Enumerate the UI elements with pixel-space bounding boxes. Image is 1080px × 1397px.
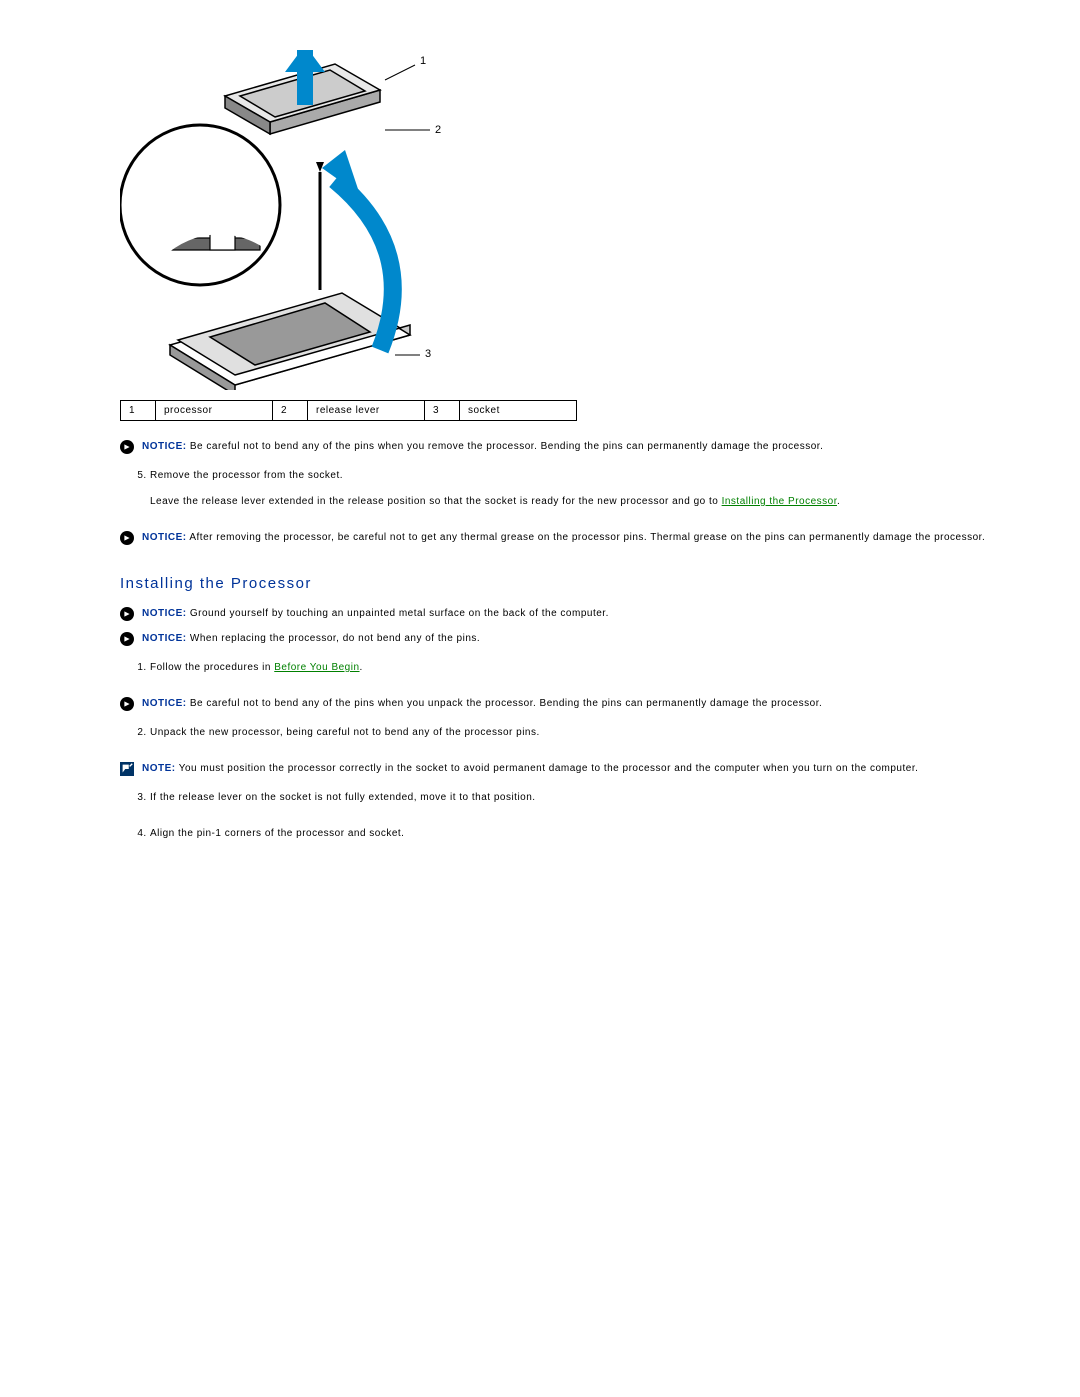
step-text: . — [837, 496, 840, 507]
notice-ground: NOTICE: Ground yourself by touching an u… — [120, 606, 1020, 621]
note-icon — [120, 762, 134, 776]
callout-cell: socket — [460, 401, 577, 421]
notice-label: NOTICE: — [142, 633, 187, 644]
install-step-1: Follow the procedures in Before You Begi… — [150, 660, 1020, 676]
step-text: Align the pin-1 corners of the processor… — [150, 828, 404, 839]
callout-cell: 1 — [121, 401, 156, 421]
step-text: Leave the release lever extended in the … — [150, 496, 722, 507]
install-step-4: Align the pin-1 corners of the processor… — [150, 826, 1020, 842]
notice-body: After removing the processor, be careful… — [187, 532, 986, 543]
link-installing-processor[interactable]: Installing the Processor — [722, 496, 837, 507]
step-text: Remove the processor from the socket. — [150, 470, 343, 481]
callout-1: 1 — [420, 55, 427, 67]
step-text: Follow the procedures in — [150, 662, 274, 673]
notice-label: NOTICE: — [142, 441, 187, 452]
notice-label: NOTICE: — [142, 532, 187, 543]
notice-replace: NOTICE: When replacing the processor, do… — [120, 631, 1020, 646]
step-text: Unpack the new processor, being careful … — [150, 727, 540, 738]
callout-3: 3 — [425, 348, 432, 360]
notice-body: Be careful not to bend any of the pins w… — [187, 698, 823, 709]
notice-body: Ground yourself by touching an unpainted… — [187, 608, 609, 619]
callout-table: 1 processor 2 release lever 3 socket — [120, 400, 577, 421]
notice-icon — [120, 531, 134, 545]
notice-icon — [120, 440, 134, 454]
notice-icon — [120, 697, 134, 711]
install-step-3: If the release lever on the socket is no… — [150, 790, 1020, 806]
notice-bend-remove: NOTICE: Be careful not to bend any of th… — [120, 439, 1020, 454]
notice-bend-unpack: NOTICE: Be careful not to bend any of th… — [120, 696, 1020, 711]
install-step-2: Unpack the new processor, being careful … — [150, 725, 1020, 741]
notice-label: NOTICE: — [142, 608, 187, 619]
callout-cell: release lever — [308, 401, 425, 421]
note-position: NOTE: You must position the processor co… — [120, 761, 1020, 776]
notice-label: NOTICE: — [142, 698, 187, 709]
callout-cell: processor — [156, 401, 273, 421]
note-body: You must position the processor correctl… — [176, 763, 919, 774]
notice-body: When replacing the processor, do not ben… — [187, 633, 481, 644]
processor-diagram: 1 2 3 — [120, 50, 450, 390]
notice-icon — [120, 632, 134, 646]
diagram-svg — [120, 50, 450, 390]
note-label: NOTE: — [142, 763, 176, 774]
heading-installing-processor: Installing the Processor — [120, 575, 1020, 592]
step-5: Remove the processor from the socket. Le… — [150, 468, 1020, 510]
step-text: If the release lever on the socket is no… — [150, 792, 536, 803]
notice-body: Be careful not to bend any of the pins w… — [187, 441, 824, 452]
callout-cell: 3 — [425, 401, 460, 421]
step-text: . — [360, 662, 363, 673]
notice-icon — [120, 607, 134, 621]
notice-thermal: NOTICE: After removing the processor, be… — [120, 530, 1020, 545]
link-before-you-begin[interactable]: Before You Begin — [274, 662, 359, 673]
callout-2: 2 — [435, 124, 442, 136]
callout-cell: 2 — [273, 401, 308, 421]
